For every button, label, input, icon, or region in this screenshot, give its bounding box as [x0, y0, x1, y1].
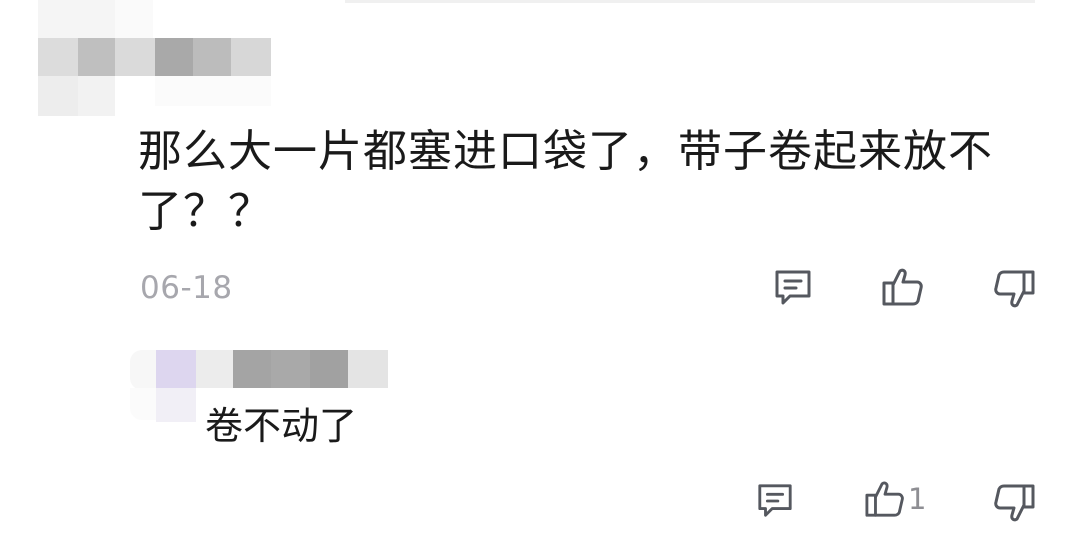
comment-reply-button[interactable] — [772, 268, 814, 308]
thumbs-up-icon — [864, 479, 906, 519]
comment-like-button[interactable] — [881, 266, 925, 308]
thumbs-down-icon — [992, 268, 1036, 310]
comment-dislike-button[interactable] — [992, 268, 1036, 310]
comment-icon — [772, 268, 814, 308]
thumbs-up-icon — [881, 266, 925, 308]
reply-like-count: 1 — [908, 481, 927, 516]
comment-icon — [755, 482, 795, 520]
reply-reply-button[interactable] — [755, 482, 795, 520]
thumbs-down-icon — [992, 482, 1036, 524]
comment-obscured-user[interactable] — [38, 0, 358, 116]
reply-like-button[interactable]: 1 — [864, 479, 926, 519]
top-divider — [345, 0, 1035, 3]
reply-dislike-button[interactable] — [992, 482, 1036, 524]
comment-date: 06-18 — [140, 270, 233, 306]
comment-text: 那么大一片都塞进口袋了，带子卷起来放不了？？ — [138, 126, 993, 237]
reply-text: 卷不动了 — [205, 404, 358, 448]
